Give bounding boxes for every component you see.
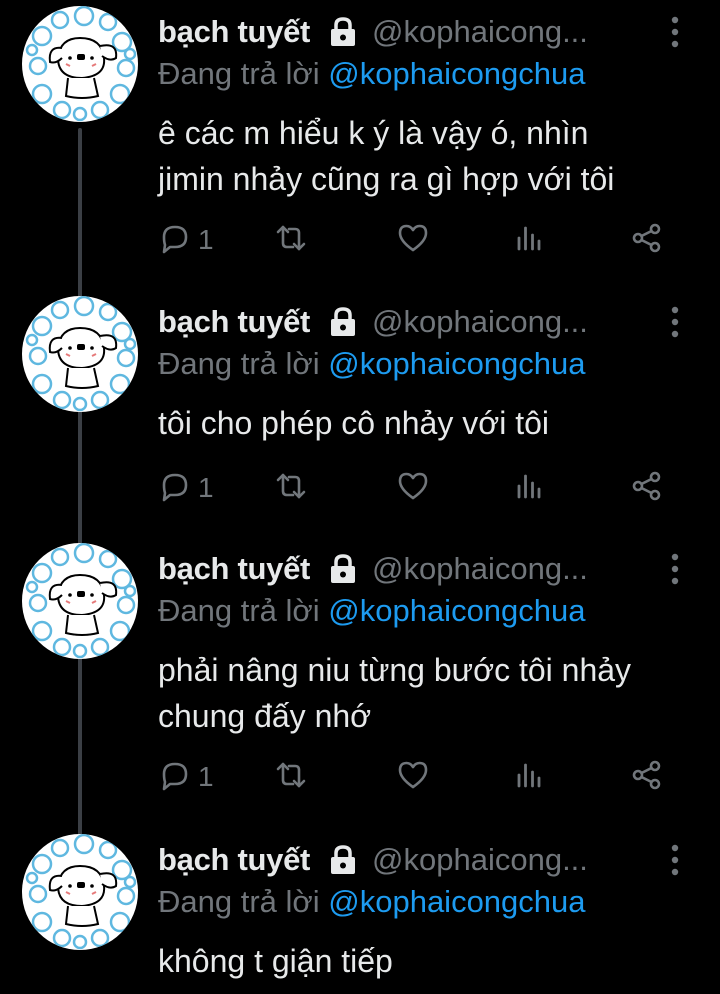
more-icon[interactable] (670, 14, 680, 50)
lock-icon (326, 843, 360, 877)
replying-to-label: Đang trả lời (158, 346, 320, 381)
replying-to: Đang trả lời @kophaicongchua (158, 593, 586, 629)
retweet-icon (274, 469, 308, 508)
more-icon[interactable] (670, 551, 680, 587)
like-icon (396, 469, 430, 508)
share-icon (630, 758, 664, 797)
thread-connector-line (78, 128, 82, 840)
user-handle[interactable]: @kophaicong... (372, 304, 588, 340)
share-button[interactable] (630, 468, 664, 508)
tweet-header: bạch tuyết @kophaicong... (158, 836, 680, 884)
like-button[interactable] (396, 220, 430, 260)
tweet-text: ê các m hiểu k ý là vậy ó, nhìn jimin nh… (158, 110, 703, 202)
retweet-button[interactable] (274, 220, 308, 260)
avatar[interactable] (22, 6, 138, 122)
more-icon[interactable] (670, 842, 680, 878)
display-name[interactable]: bạch tuyết (158, 14, 310, 50)
retweet-icon (274, 758, 308, 797)
replying-to: Đang trả lời @kophaicongchua (158, 346, 586, 382)
analytics-icon (512, 758, 546, 797)
reply-count: 1 (198, 224, 214, 255)
reply-icon (158, 469, 192, 508)
more-icon[interactable] (670, 304, 680, 340)
tweet-text-line: tôi cho phép cô nhảy với tôi (158, 405, 549, 441)
tweet-actions: 1 (158, 220, 678, 260)
replying-to: Đang trả lời @kophaicongchua (158, 884, 586, 920)
analytics-button[interactable] (512, 468, 546, 508)
replying-to-label: Đang trả lời (158, 56, 320, 91)
tweet-actions: 1 (158, 468, 678, 508)
reply-count: 1 (198, 472, 214, 503)
user-handle[interactable]: @kophaicong... (372, 14, 588, 50)
replying-to-label: Đang trả lời (158, 593, 320, 628)
analytics-button[interactable] (512, 757, 546, 797)
tweet-text-line: phải nâng niu từng bước tôi nhảy (158, 652, 632, 688)
tweet-header: bạch tuyết @kophaicong... (158, 298, 680, 346)
reply-icon (158, 758, 192, 797)
tweet-text-line: chung đấy nhớ (158, 698, 372, 734)
tweet-text-line: không t giận tiếp (158, 943, 393, 979)
display-name[interactable]: bạch tuyết (158, 842, 310, 878)
dog-avatar-image (25, 6, 137, 122)
reply-button[interactable]: 1 (158, 757, 214, 797)
analytics-button[interactable] (512, 220, 546, 260)
reply-count: 1 (198, 761, 214, 792)
lock-icon (326, 15, 360, 49)
tweet-text-line: ê các m hiểu k ý là vậy ó, nhìn (158, 115, 589, 151)
reply-thread: bạch tuyết @kophaicong... Đang trả lời @… (0, 0, 720, 994)
tweet-text: không t giận tiếp (158, 938, 703, 984)
avatar[interactable] (22, 296, 138, 412)
like-icon (396, 221, 430, 260)
share-icon (630, 469, 664, 508)
reply-mention-link[interactable]: @kophaicongchua (328, 346, 585, 381)
share-button[interactable] (630, 757, 664, 797)
tweet-text: tôi cho phép cô nhảy với tôi (158, 400, 703, 446)
display-name[interactable]: bạch tuyết (158, 304, 310, 340)
retweet-button[interactable] (274, 757, 308, 797)
tweet-header: bạch tuyết @kophaicong... (158, 545, 680, 593)
analytics-icon (512, 469, 546, 508)
like-button[interactable] (396, 468, 430, 508)
dog-avatar-image (25, 296, 137, 412)
user-handle[interactable]: @kophaicong... (372, 842, 588, 878)
share-icon (630, 221, 664, 260)
reply-mention-link[interactable]: @kophaicongchua (328, 884, 585, 919)
analytics-icon (512, 221, 546, 260)
tweet-actions: 1 (158, 757, 678, 797)
avatar[interactable] (22, 543, 138, 659)
reply-button[interactable]: 1 (158, 468, 214, 508)
reply-mention-link[interactable]: @kophaicongchua (328, 593, 585, 628)
reply-mention-link[interactable]: @kophaicongchua (328, 56, 585, 91)
reply-icon (158, 221, 192, 260)
tweet-header: bạch tuyết @kophaicong... (158, 8, 680, 56)
retweet-icon (274, 221, 308, 260)
replying-to: Đang trả lời @kophaicongchua (158, 56, 586, 92)
tweet-text: phải nâng niu từng bước tôi nhảy chung đ… (158, 647, 703, 739)
reply-button[interactable]: 1 (158, 220, 214, 260)
tweet-text-line: jimin nhảy cũng ra gì hợp với tôi (158, 161, 615, 197)
replying-to-label: Đang trả lời (158, 884, 320, 919)
user-handle[interactable]: @kophaicong... (372, 551, 588, 587)
dog-avatar-image (25, 543, 137, 659)
like-icon (396, 758, 430, 797)
lock-icon (326, 305, 360, 339)
retweet-button[interactable] (274, 468, 308, 508)
share-button[interactable] (630, 220, 664, 260)
display-name[interactable]: bạch tuyết (158, 551, 310, 587)
like-button[interactable] (396, 757, 430, 797)
avatar[interactable] (22, 834, 138, 950)
dog-avatar-image (25, 834, 137, 950)
lock-icon (326, 552, 360, 586)
